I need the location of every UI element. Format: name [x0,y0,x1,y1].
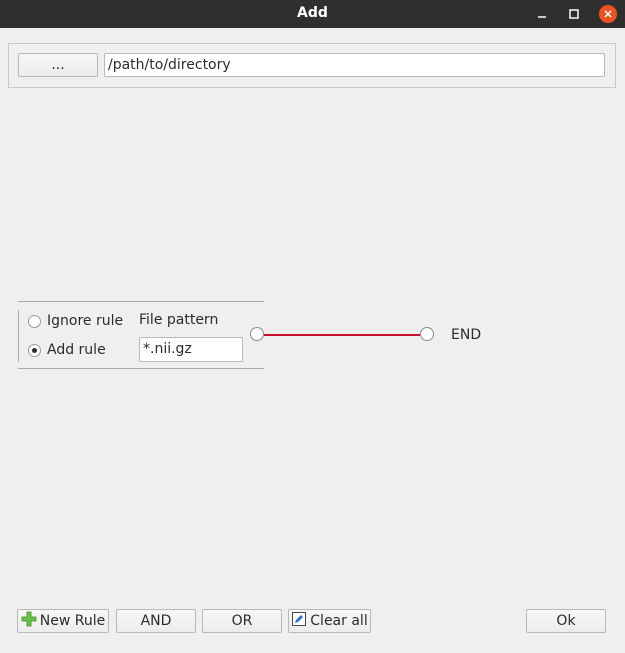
start-node[interactable] [250,327,264,341]
ignore-rule-label[interactable]: Ignore rule [47,313,123,329]
close-circle [599,5,617,23]
clear-all-button[interactable]: Clear all [288,609,371,633]
end-label: END [451,327,482,343]
ignore-rule-radio[interactable] [28,315,41,328]
close-icon [604,10,612,18]
add-rule-radio[interactable] [28,344,41,357]
file-pattern-input[interactable]: *.nii.gz [139,337,243,362]
rule-box-divider [18,310,19,362]
rule-connector [250,327,435,343]
window-titlebar: Add [0,0,625,28]
close-button[interactable] [598,4,618,24]
connector-edge [264,334,420,336]
add-rule-label[interactable]: Add rule [47,342,106,358]
edit-icon [291,611,307,631]
plus-icon [21,611,37,631]
minimize-button[interactable] [532,4,552,24]
end-node[interactable] [420,327,434,341]
and-button[interactable]: AND [116,609,196,633]
file-pattern-label: File pattern [139,312,219,328]
maximize-icon [569,9,579,19]
clear-all-label: Clear all [310,613,368,629]
new-rule-label: New Rule [39,613,106,629]
new-rule-button[interactable]: New Rule [17,609,109,633]
maximize-button[interactable] [564,4,584,24]
minimize-icon [538,16,546,18]
path-input[interactable]: /path/to/directory [104,53,605,77]
or-button[interactable]: OR [202,609,282,633]
ok-button[interactable]: Ok [526,609,606,633]
browse-button[interactable]: ... [18,53,98,77]
